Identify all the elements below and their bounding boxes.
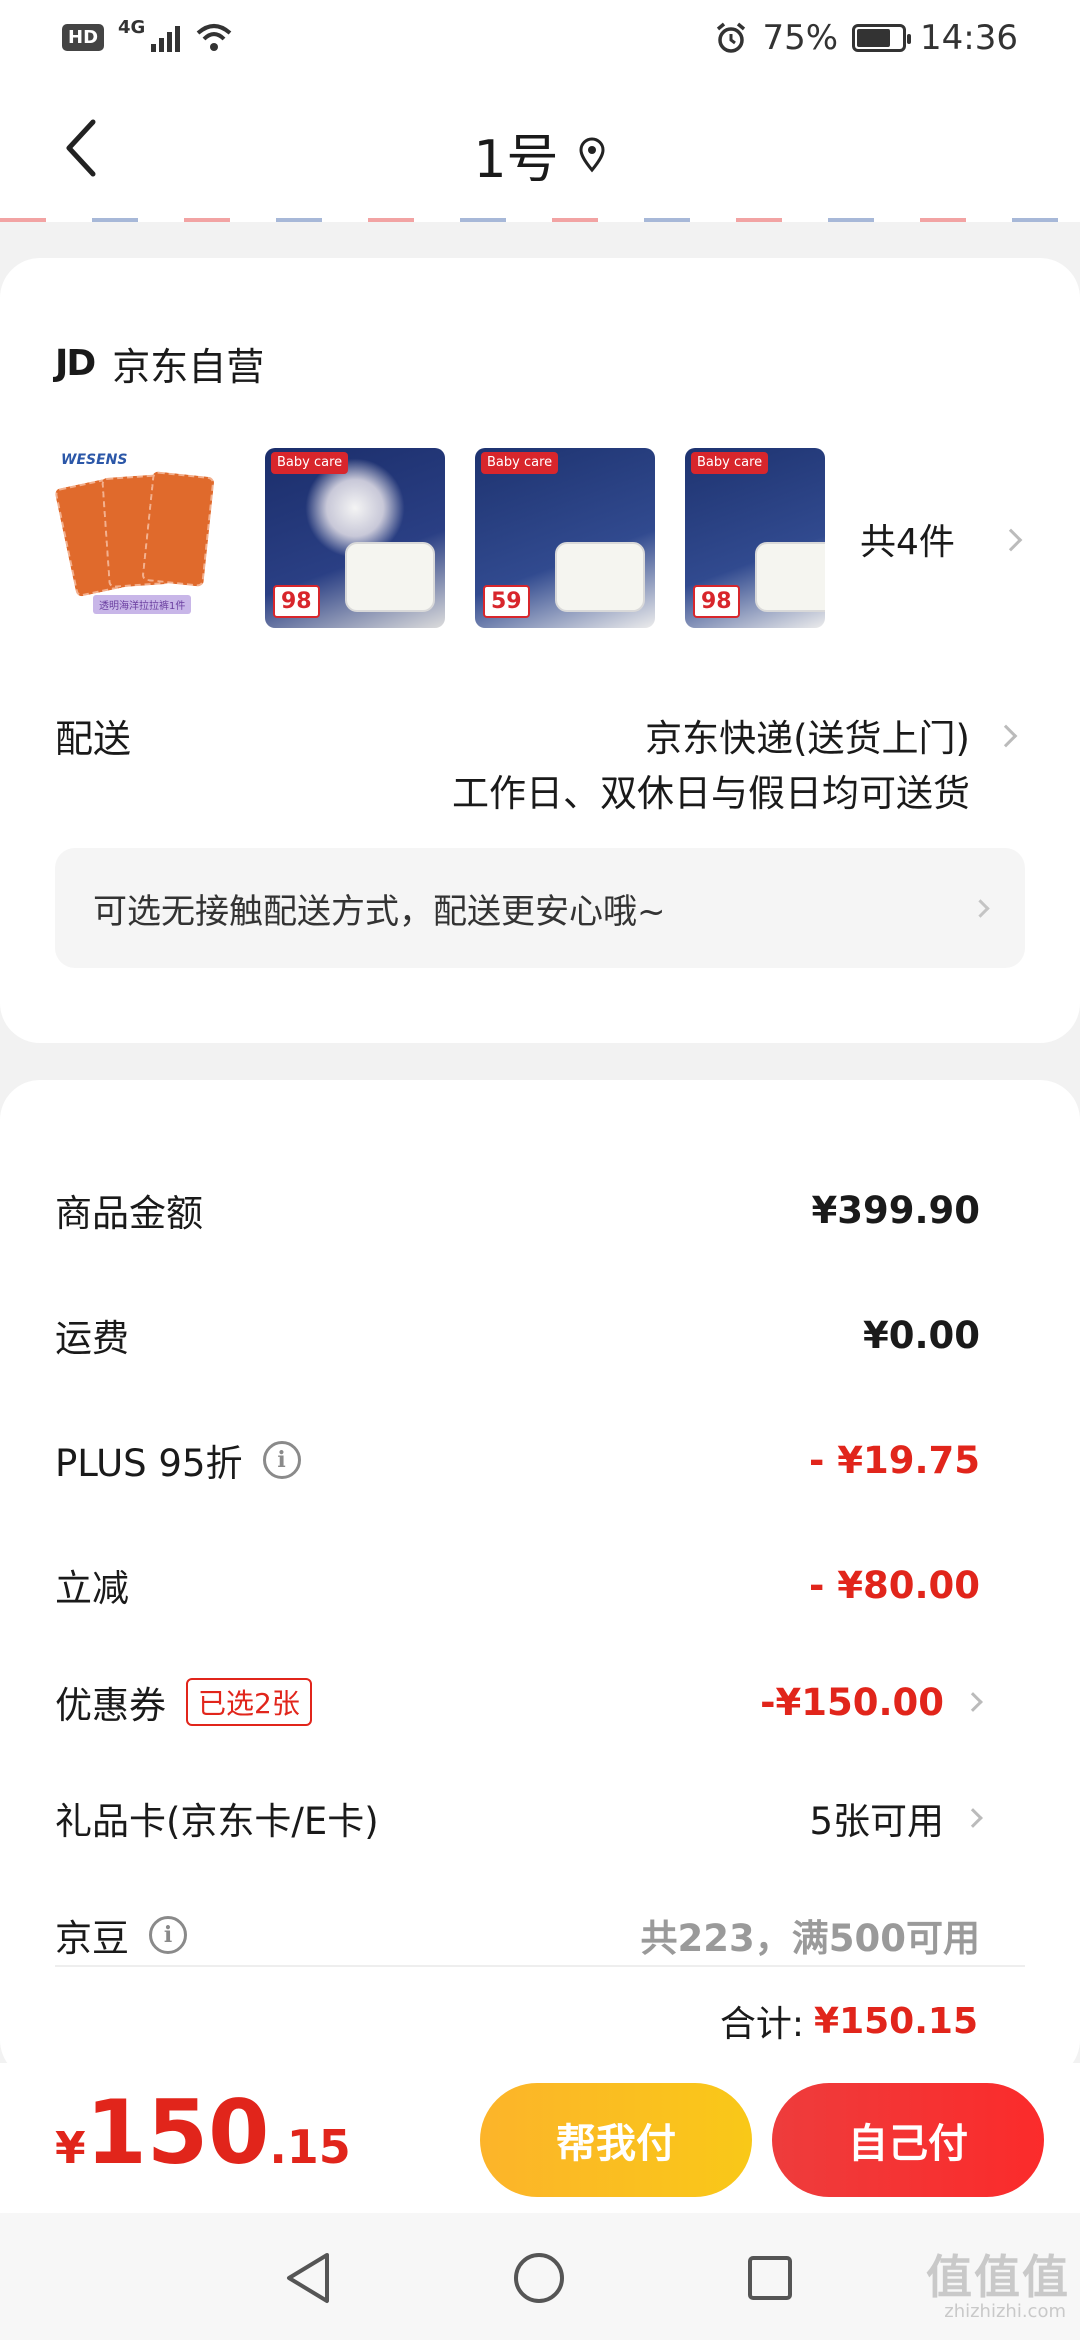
pay-amount: ¥ 150 .15 xyxy=(55,2081,351,2184)
pay-amount-int: 150 xyxy=(85,2081,270,2184)
status-bar: HD 4G 75% 14:36 xyxy=(0,0,1080,75)
info-icon[interactable]: i xyxy=(262,1441,301,1479)
goods-amount-value: ¥399.90 xyxy=(811,1188,980,1232)
coupon-badge: 已选2张 xyxy=(186,1678,312,1726)
contactless-delivery-option[interactable]: 可选无接触配送方式，配送更安心哦~ xyxy=(55,848,1025,968)
freight-label: 运费 xyxy=(55,1317,129,1360)
goods-amount-label: 商品金额 xyxy=(55,1192,203,1235)
product-brand: WESENS xyxy=(61,452,128,468)
gift-card-value: 5张可用 xyxy=(809,1800,944,1843)
jd-beans-row: 京豆 i 共223，满500可用 xyxy=(55,1905,980,1965)
page-title-wrap: 1号 xyxy=(0,117,1080,192)
item-count[interactable]: 共4件 xyxy=(860,513,955,565)
goods-amount-row: 商品金额 ¥399.90 xyxy=(55,1180,980,1240)
diaper-image xyxy=(755,542,825,612)
network-type: 4G xyxy=(118,17,146,38)
product-thumb[interactable]: Baby care 59 xyxy=(475,448,655,628)
coupon-value-wrap: -¥150.00 xyxy=(760,1680,983,1724)
circle-home-icon xyxy=(514,2253,564,2303)
instant-discount-value: - ¥80.00 xyxy=(808,1563,980,1607)
gift-card-label: 礼品卡(京东卡/E卡) xyxy=(55,1800,379,1843)
total-value: ¥150.15 xyxy=(814,2000,978,2042)
plus-discount-label-wrap: PLUS 95折 i xyxy=(55,1433,301,1487)
info-icon[interactable]: i xyxy=(149,1916,187,1954)
gift-card-row[interactable]: 礼品卡(京东卡/E卡) 5张可用 xyxy=(55,1788,983,1848)
store-row: JD 京东自营 xyxy=(55,336,264,391)
brand-tag: Baby care xyxy=(481,452,559,475)
plus-discount-row: PLUS 95折 i - ¥19.75 xyxy=(55,1430,980,1490)
plus-discount-value: - ¥19.75 xyxy=(808,1438,980,1482)
chevron-right-icon xyxy=(971,898,990,918)
nav-recent-button[interactable] xyxy=(735,2243,805,2313)
battery-icon xyxy=(852,23,912,52)
delivery-label: 配送 xyxy=(55,717,132,761)
coupon-row[interactable]: 优惠券 已选2张 -¥150.00 xyxy=(55,1672,983,1732)
product-thumb[interactable]: Baby care 98 xyxy=(685,448,825,628)
pay-amount-dec: .15 xyxy=(269,2120,351,2174)
brand-tag: Baby care xyxy=(271,452,349,475)
contactless-text: 可选无接触配送方式，配送更安心哦~ xyxy=(93,891,666,932)
product-list[interactable]: WESENS 透明海洋拉拉裤1件 Baby care 98 Baby care … xyxy=(55,448,1025,628)
status-left: HD 4G xyxy=(62,17,234,53)
chevron-right-icon xyxy=(963,1692,983,1712)
delivery-schedule: 工作日、双休日与假日均可送货 xyxy=(452,772,970,815)
price-tag: 98 xyxy=(693,585,740,618)
location-pin-icon[interactable] xyxy=(577,137,607,173)
coupon-label: 优惠券 xyxy=(55,1684,166,1727)
clock: 14:36 xyxy=(920,17,1018,58)
coupon-value: -¥150.00 xyxy=(760,1680,944,1724)
title-bar: 1号 xyxy=(0,75,1080,220)
brand-tag: Baby care xyxy=(691,452,769,475)
freight-value: ¥0.00 xyxy=(862,1313,980,1357)
freight-row: 运费 ¥0.00 xyxy=(55,1305,980,1365)
instant-discount-label: 立减 xyxy=(55,1567,129,1610)
jd-beans-value: 共223，满500可用 xyxy=(640,1917,980,1960)
alarm-icon xyxy=(717,22,746,53)
page-title: 1号 xyxy=(473,130,559,190)
jd-beans-label-wrap: 京豆 i xyxy=(55,1908,187,1962)
system-nav-bar: 值值值 zhizhizhi.com xyxy=(0,2213,1080,2340)
total-label: 合计: xyxy=(719,2004,805,2045)
delivery-method[interactable]: 京东快递(送货上门) xyxy=(645,708,970,762)
signal-icon xyxy=(151,24,181,52)
hd-icon: HD xyxy=(62,24,105,51)
status-right: 75% 14:36 xyxy=(714,18,1018,58)
jd-beans-label: 京豆 xyxy=(55,1917,129,1960)
diaper-image xyxy=(555,542,645,612)
square-recent-icon xyxy=(748,2256,792,2300)
product-packet xyxy=(141,471,215,587)
chevron-right-icon xyxy=(999,528,1023,552)
triangle-back-icon xyxy=(287,2253,329,2303)
help-pay-button[interactable]: 帮我付 xyxy=(480,2083,752,2197)
jd-logo: JD xyxy=(55,343,96,384)
battery-percent: 75% xyxy=(762,17,839,58)
watermark-logo: 值值值 xyxy=(926,2250,1070,2304)
product-thumb[interactable]: WESENS 透明海洋拉拉裤1件 xyxy=(55,448,235,628)
currency-symbol: ¥ xyxy=(55,2123,86,2174)
watermark-domain: zhizhizhi.com xyxy=(944,2301,1066,2322)
price-tag: 98 xyxy=(273,585,320,618)
store-name: 京东自营 xyxy=(112,345,265,389)
wifi-icon xyxy=(197,23,232,51)
chevron-right-icon xyxy=(994,724,1018,748)
price-tag: 59 xyxy=(483,585,530,618)
price-summary-card: 商品金额 ¥399.90 运费 ¥0.00 PLUS 95折 i - ¥19.7… xyxy=(0,1080,1080,2080)
nav-back-button[interactable] xyxy=(273,2243,343,2313)
nav-home-button[interactable] xyxy=(504,2243,574,2313)
total-row: 合计: ¥150.15 xyxy=(720,1995,978,2047)
coupon-label-wrap: 优惠券 已选2张 xyxy=(55,1675,312,1729)
address-border-strip xyxy=(0,218,1080,222)
divider xyxy=(55,1965,1025,1967)
plus-discount-label: PLUS 95折 xyxy=(55,1442,243,1485)
product-label: 透明海洋拉拉裤1件 xyxy=(93,595,192,614)
checkout-bar: ¥ 150 .15 帮我付 自己付 xyxy=(0,2063,1080,2213)
instant-discount-row: 立减 - ¥80.00 xyxy=(55,1555,980,1615)
self-pay-button[interactable]: 自己付 xyxy=(772,2083,1044,2197)
chevron-right-icon xyxy=(963,1808,983,1828)
product-thumb[interactable]: Baby care 98 xyxy=(265,448,445,628)
order-items-card: JD 京东自营 WESENS 透明海洋拉拉裤1件 Baby care 98 Ba… xyxy=(0,258,1080,1043)
diaper-image xyxy=(345,542,435,612)
gift-card-value-wrap: 5张可用 xyxy=(809,1791,983,1845)
